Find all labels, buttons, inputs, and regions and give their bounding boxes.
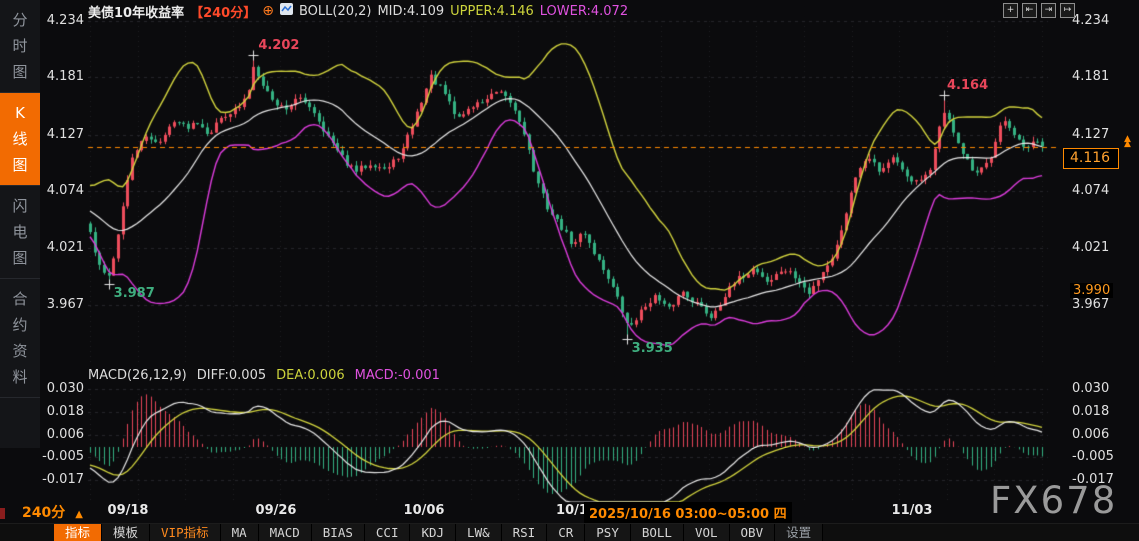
toolbar-button-RSI[interactable]: RSI [502,524,548,541]
crosshair-date-tooltip: 2025/10/16 03:00~05:00 四 [584,502,792,523]
main-chart-header: 美债10年收益率 【240分】 ⊕ BOLL(20,2) MID:4.109 U… [88,3,628,19]
boll-lower-value: LOWER:4.072 [540,4,628,19]
trading-app: 分时图K线图闪电图合约资料 美债10年收益率 【240分】 ⊕ BOLL(20,… [0,0,1139,541]
price-annotation: 4.164 [947,78,988,93]
x-axis-label: 09/18 [108,503,149,518]
macd-tick-right: 0.006 [1072,427,1109,442]
mini-chart-icon[interactable] [280,3,293,19]
macd-tick-left: 0.030 [40,381,84,396]
price-annotation: 3.935 [632,341,673,356]
crosshair-icon[interactable]: + [1003,3,1018,18]
sidebar-item-K线图[interactable]: K线图 [0,93,40,186]
indicator-toolbar: 指标模板VIP指标MAMACDBIASCCIKDJLW&RSICRPSYBOLL… [0,523,1139,541]
boll-upper-value: UPPER:4.146 [450,4,534,19]
macd-dea-value: DEA:0.006 [276,368,345,383]
current-price-marker-icon: ▲▲ [1124,137,1131,147]
macd-tick-right: -0.005 [1072,449,1114,464]
price-tick-left: 4.127 [40,127,84,142]
chart-nav-icons: + ⇤ ⇥ ↦ [1003,3,1075,18]
period-selector-label[interactable]: 240分 [22,505,65,521]
price-tick-left: 4.181 [40,69,84,84]
goto-latest-icon[interactable]: ↦ [1060,3,1075,18]
toolbar-button-OBV[interactable]: OBV [730,524,776,541]
price-tick-right: 4.021 [1072,240,1109,255]
price-tick-right: 4.181 [1072,69,1109,84]
macd-tick-left: 0.006 [40,427,84,442]
price-tick-right: 4.074 [1072,183,1109,198]
toolbar-button-VOL[interactable]: VOL [684,524,730,541]
sidebar-item-闪电图[interactable]: 闪电图 [0,186,40,279]
price-tick-right: 3.967 [1072,297,1109,312]
x-axis-label: 09/26 [256,503,297,518]
toolbar-button-CR[interactable]: CR [547,524,585,541]
price-tick-left: 4.234 [40,13,84,28]
boll-mid-value: MID:4.109 [377,4,444,19]
toolbar-button-指标[interactable]: 指标 [54,524,102,541]
price-tick-left: 4.021 [40,240,84,255]
toolbar-button-设置[interactable]: 设置 [775,524,823,541]
edge-marker [0,508,5,519]
macd-header: MACD(26,12,9) DIFF:0.005 DEA:0.006 MACD:… [88,368,440,383]
compress-right-icon[interactable]: ⇥ [1041,3,1056,18]
chart-type-sidebar: 分时图K线图闪电图合约资料 [0,0,40,448]
price-annotation: 4.202 [258,38,299,53]
price-tick-right: 4.127 [1072,127,1109,142]
period-selector[interactable]: 240分 ▲ [22,502,83,522]
macd-params-label: MACD(26,12,9) [88,368,187,383]
toolbar-button-KDJ[interactable]: KDJ [410,524,456,541]
toolbar-button-MA[interactable]: MA [221,524,259,541]
sidebar-item-分时图[interactable]: 分时图 [0,0,40,93]
toolbar-button-LW&[interactable]: LW& [456,524,502,541]
x-axis-label: 10/06 [404,503,445,518]
macd-diff-value: DIFF:0.005 [197,368,266,383]
macd-tick-left: -0.017 [40,472,84,487]
price-tick-left: 4.074 [40,183,84,198]
add-indicator-icon[interactable]: ⊕ [262,3,274,19]
price-annotation: 3.987 [114,286,155,301]
period-tag[interactable]: 【240分】 [190,2,256,21]
boll-params-label: BOLL(20,2) [299,4,372,19]
period-selector-arrow-icon: ▲ [75,509,83,520]
toolbar-button-MACD[interactable]: MACD [259,524,312,541]
toolbar-button-BIAS[interactable]: BIAS [312,524,365,541]
x-axis-label: 11/03 [892,503,933,518]
instrument-title: 美债10年收益率 [88,2,184,21]
macd-tick-right: -0.017 [1072,472,1114,487]
current-price-label: 4.116 [1063,148,1119,169]
macd-tick-left: -0.005 [40,449,84,464]
toolbar-button-BOLL[interactable]: BOLL [631,524,684,541]
macd-macd-value: MACD:-0.001 [355,368,440,383]
macd-tick-left: 0.018 [40,404,84,419]
toolbar-button-模板[interactable]: 模板 [102,524,150,541]
compress-left-icon[interactable]: ⇤ [1022,3,1037,18]
price-tick-right: 4.234 [1072,13,1109,28]
toolbar-button-VIP指标[interactable]: VIP指标 [150,524,221,541]
sidebar-item-合约资料[interactable]: 合约资料 [0,279,40,398]
macd-tick-right: 0.018 [1072,404,1109,419]
toolbar-button-PSY[interactable]: PSY [585,524,631,541]
prev-close-level-label: 3.990 [1070,283,1113,298]
price-tick-left: 3.967 [40,297,84,312]
macd-tick-right: 0.030 [1072,381,1109,396]
toolbar-button-CCI[interactable]: CCI [365,524,411,541]
